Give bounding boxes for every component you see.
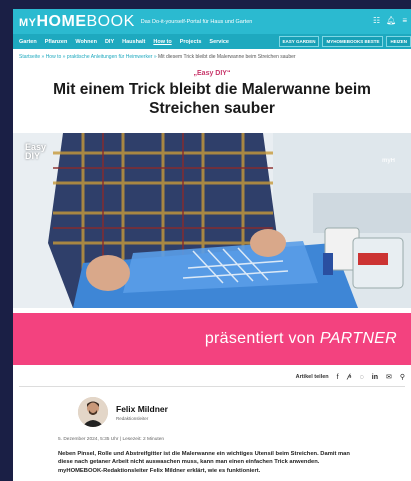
bell-icon[interactable]: 🔔︎: [386, 16, 396, 25]
logo-book: BOOK: [86, 12, 135, 30]
site-tagline: Das Do-it-yourself-Portal für Haus und G…: [140, 18, 253, 25]
breadcrumb-separator: »: [41, 54, 45, 60]
article-teaser: Neben Pinsel, Rolle und Abstreifgitter i…: [58, 451, 350, 474]
header-icons: ☷ 🔔︎ ≡: [373, 16, 407, 25]
nav-item-haushalt[interactable]: Haushalt: [122, 39, 145, 45]
article-kicker: „Easy DIY“: [193, 70, 231, 77]
badge-line-diy: DIY: [25, 151, 41, 161]
partner-banner[interactable]: präsentiert von PARTNER: [13, 313, 411, 365]
nav-item-projects[interactable]: Projects: [180, 39, 202, 45]
hero-image: Easy DIY myH: [13, 133, 411, 308]
share-divider: [19, 386, 405, 387]
browser-page: MYHOMEBOOK Das Do-it-yourself-Portal für…: [13, 9, 411, 481]
nav-pill-heizen[interactable]: HEIZEN: [386, 36, 411, 47]
whatsapp-icon[interactable]: ◌: [360, 374, 364, 381]
hamburger-icon[interactable]: ≡: [402, 16, 407, 25]
nav-item-how-to[interactable]: How to: [153, 39, 171, 45]
nav-item-garten[interactable]: Garten: [19, 39, 37, 45]
site-header: MYHOMEBOOK Das Do-it-yourself-Portal für…: [13, 9, 411, 34]
link-icon[interactable]: ⚲: [400, 373, 405, 381]
pinterest-icon[interactable]: 𝓅: [347, 373, 352, 381]
breadcrumb-separator: »: [62, 54, 66, 60]
nav-pill-easy-garden[interactable]: EASY GARDEN: [278, 36, 320, 47]
nav-item-wohnen[interactable]: Wohnen: [75, 39, 97, 45]
hero-brand-mark: myH: [381, 158, 395, 164]
nav-right-pills: EASY GARDEN MYHOMEBOOKS BESTE HEIZEN: [278, 36, 411, 47]
breadcrumb-how-to[interactable]: How to: [46, 54, 62, 60]
site-logo[interactable]: MYHOMEBOOK: [19, 13, 135, 31]
article-title: Mit einem Trick bleibt die Malerwanne be…: [53, 81, 371, 117]
linkedin-icon[interactable]: in: [372, 374, 378, 381]
share-bar: Artikel teilen f 𝓅 ◌ in ✉ ⚲: [296, 373, 405, 381]
mail-icon[interactable]: ✉: [386, 373, 392, 381]
partner-prefix: präsentiert von: [204, 330, 320, 347]
article-meta: 5. Dezember 2024, 5:35 Uhr | Lesezeit: 2…: [58, 437, 165, 442]
author-name[interactable]: Felix Mildner: [116, 404, 168, 414]
easy-diy-badge: Easy DIY: [25, 143, 46, 161]
logo-my: MY: [19, 16, 37, 29]
breadcrumb-separator: »: [153, 54, 157, 60]
author-role: Redaktionsleiter: [116, 415, 149, 421]
breadcrumb-anleitungen[interactable]: praktische Anleitungen für Heimwerker: [67, 54, 153, 60]
nav-item-pflanzen[interactable]: Pflanzen: [45, 39, 68, 45]
nav-pill-beste[interactable]: MYHOMEBOOKS BESTE: [322, 36, 384, 47]
breadcrumb-home[interactable]: Startseite: [19, 54, 40, 60]
menu-icon[interactable]: ☷: [373, 16, 380, 25]
breadcrumb-current: Mit diesem Trick bleibt die Malerwanne b…: [157, 54, 296, 60]
share-label: Artikel teilen: [295, 374, 329, 380]
nav-item-service[interactable]: Service: [209, 39, 229, 45]
breadcrumb: Startseite » How to » praktische Anleitu…: [13, 49, 411, 60]
nav-item-diy[interactable]: DIY: [105, 39, 114, 45]
logo-home: HOME: [36, 12, 87, 30]
facebook-icon[interactable]: f: [337, 374, 339, 381]
author-box[interactable]: Felix Mildner Redaktionsleiter: [78, 397, 168, 427]
avatar: [78, 397, 108, 427]
partner-name: PARTNER: [319, 330, 397, 347]
main-nav: Garten Pflanzen Wohnen DIY Haushalt How …: [13, 34, 411, 49]
partner-text: präsentiert von PARTNER: [205, 330, 397, 348]
